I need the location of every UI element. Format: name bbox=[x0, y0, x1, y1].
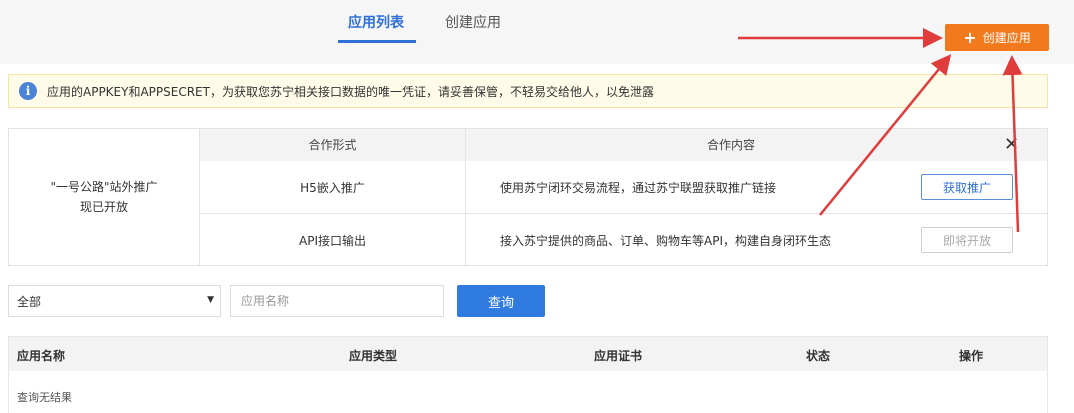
column-header: 应用证书 bbox=[594, 349, 643, 363]
get-promotion-button[interactable]: 获取推广 bbox=[921, 174, 1013, 200]
promo-line-2: 现已开放 bbox=[79, 200, 128, 214]
plus-icon: + bbox=[963, 27, 977, 47]
empty-result-text: 查询无结果 bbox=[17, 391, 72, 404]
create-app-button-label: 创建应用 bbox=[982, 31, 1031, 45]
close-icon[interactable]: ✕ bbox=[1004, 134, 1019, 155]
cooperation-header: 合作形式 合作内容 ✕ bbox=[200, 129, 1047, 161]
row-form: H5嵌入推广 bbox=[200, 161, 466, 213]
app-name-input[interactable] bbox=[230, 285, 444, 317]
row-form: API接口输出 bbox=[200, 214, 466, 266]
cooperation-panel: "一号公路"站外推广 现已开放 合作形式 合作内容 ✕ H5嵌入推广 使用苏宁闭… bbox=[8, 128, 1048, 266]
row-content: 接入苏宁提供的商品、订单、购物车等API，构建自身闭环生态 bbox=[500, 233, 831, 248]
cooperation-promo: "一号公路"站外推广 现已开放 bbox=[9, 129, 200, 265]
select-value: 全部 bbox=[17, 294, 42, 309]
notice-text: 应用的APPKEY和APPSECRET，为获取您苏宁相关接口数据的唯一凭证，请妥… bbox=[47, 84, 654, 99]
app-type-select[interactable]: 全部 ▼ bbox=[8, 285, 221, 317]
info-icon: i bbox=[19, 82, 37, 100]
search-button[interactable]: 查询 bbox=[457, 285, 545, 317]
promo-line-1: "一号公路"站外推广 bbox=[50, 180, 158, 194]
app-table: 应用名称 应用类型 应用证书 状态 操作 查询无结果 bbox=[8, 336, 1048, 413]
caret-down-icon: ▼ bbox=[207, 295, 214, 305]
column-header: 操作 bbox=[959, 349, 984, 363]
column-header: 应用名称 bbox=[17, 349, 66, 363]
row-content: 使用苏宁闭环交易流程，通过苏宁联盟获取推广链接 bbox=[500, 180, 777, 195]
tab-create-app[interactable]: 创建应用 bbox=[445, 12, 501, 32]
coming-soon-button: 即将开放 bbox=[921, 227, 1013, 253]
active-tab-indicator bbox=[338, 40, 416, 43]
header-form: 合作形式 bbox=[200, 129, 466, 161]
cooperation-row-api: API接口输出 接入苏宁提供的商品、订单、购物车等API，构建自身闭环生态 即将… bbox=[200, 214, 1047, 266]
table-header: 应用名称 应用类型 应用证书 状态 操作 bbox=[9, 337, 1047, 371]
top-nav-bar: 应用列表 创建应用 + 创建应用 bbox=[0, 0, 1074, 64]
notice-banner: i 应用的APPKEY和APPSECRET，为获取您苏宁相关接口数据的唯一凭证，… bbox=[8, 74, 1048, 108]
cooperation-row-h5: H5嵌入推广 使用苏宁闭环交易流程，通过苏宁联盟获取推广链接 获取推广 bbox=[200, 161, 1047, 214]
create-app-button[interactable]: + 创建应用 bbox=[945, 24, 1049, 51]
column-header: 应用类型 bbox=[349, 349, 398, 363]
tab-app-list[interactable]: 应用列表 bbox=[348, 12, 404, 32]
column-header: 状态 bbox=[806, 349, 831, 363]
header-content: 合作内容 bbox=[706, 138, 755, 152]
